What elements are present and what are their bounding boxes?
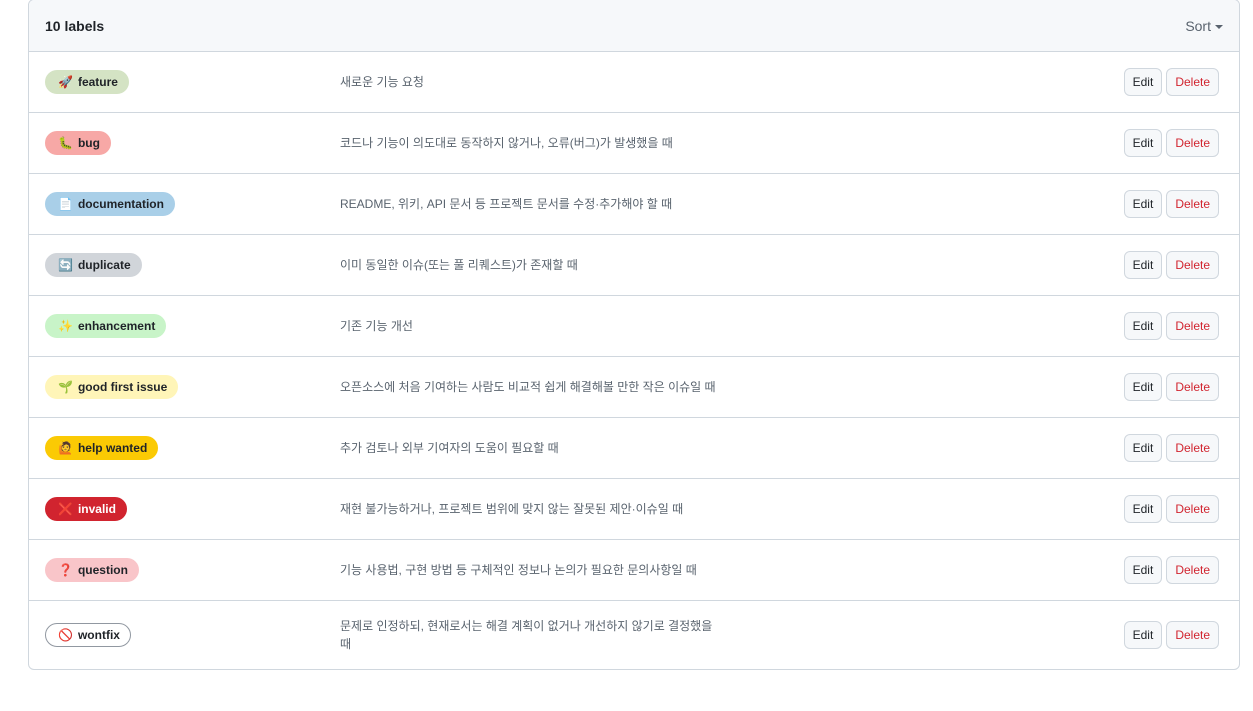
label-name: bug bbox=[77, 136, 100, 150]
label-cell: 🙋 help wanted bbox=[45, 436, 340, 460]
label-pill[interactable]: 🐛 bug bbox=[45, 131, 111, 155]
label-name: invalid bbox=[77, 502, 116, 516]
label-name: good first issue bbox=[77, 380, 168, 394]
label-cell: ❌ invalid bbox=[45, 497, 340, 521]
label-description: 기존 기능 개선 bbox=[340, 319, 413, 333]
label-row: 🚫 wontfix 문제로 인정하되, 현재로서는 해결 계획이 없거나 개선하지 … bbox=[29, 601, 1239, 669]
label-name: documentation bbox=[77, 197, 164, 211]
label-description: 코드나 기능이 의도대로 동작하지 않거나, 오류(버그)가 발생했을 때 bbox=[340, 136, 673, 150]
label-pill[interactable]: 🔄 duplicate bbox=[45, 253, 142, 277]
label-cell: ✨ enhancement bbox=[45, 314, 340, 338]
edit-button[interactable]: Edit bbox=[1123, 251, 1163, 279]
sort-label: Sort bbox=[1185, 17, 1211, 34]
labels-list: 🚀 feature 새로운 기능 요청 Edit Delete 🐛 bug 코드나 기능이 의… bbox=[29, 52, 1239, 669]
label-actions: Edit Delete bbox=[1123, 373, 1219, 401]
label-pill[interactable]: 🚀 feature bbox=[45, 70, 129, 94]
label-description: 새로운 기능 요청 bbox=[340, 75, 424, 89]
edit-button[interactable]: Edit bbox=[1123, 373, 1163, 401]
label-actions: Edit Delete bbox=[1123, 251, 1219, 279]
edit-button[interactable]: Edit bbox=[1123, 556, 1163, 584]
label-description: 오픈소스에 처음 기여하는 사람도 비교적 쉽게 해결해볼 만한 작은 이슈일 … bbox=[340, 380, 716, 394]
label-pill[interactable]: 🚫 wontfix bbox=[45, 623, 131, 647]
label-actions: Edit Delete bbox=[1123, 68, 1219, 96]
label-actions: Edit Delete bbox=[1123, 190, 1219, 218]
refresh-icon: 🔄 bbox=[58, 258, 73, 272]
label-pill[interactable]: 🙋 help wanted bbox=[45, 436, 159, 460]
label-row: ❌ invalid 재현 불가능하거나, 프로젝트 범위에 맞지 않는 잘못된 제안… bbox=[29, 479, 1239, 540]
label-description: 추가 검토나 외부 기여자의 도움이 필요할 때 bbox=[340, 441, 559, 455]
label-name: duplicate bbox=[77, 258, 131, 272]
label-description: README, 위키, API 문서 등 프로젝트 문서를 수정·추가해야 할 … bbox=[340, 197, 673, 211]
label-actions: Edit Delete bbox=[1123, 556, 1219, 584]
sort-dropdown[interactable]: Sort bbox=[1185, 18, 1223, 34]
label-pill[interactable]: ✨ enhancement bbox=[45, 314, 167, 338]
label-row: 🚀 feature 새로운 기능 요청 Edit Delete bbox=[29, 52, 1239, 113]
question-mark-icon: ❓ bbox=[58, 563, 73, 577]
caret-down-icon bbox=[1215, 24, 1223, 29]
label-actions: Edit Delete bbox=[1123, 129, 1219, 157]
raising-hand-icon: 🙋 bbox=[58, 441, 73, 455]
edit-button[interactable]: Edit bbox=[1123, 129, 1163, 157]
delete-button[interactable]: Delete bbox=[1166, 68, 1219, 96]
label-row: ✨ enhancement 기존 기능 개선 Edit Delete bbox=[29, 296, 1239, 357]
prohibited-icon: 🚫 bbox=[58, 628, 73, 642]
document-icon: 📄 bbox=[58, 197, 73, 211]
delete-button[interactable]: Delete bbox=[1166, 556, 1219, 584]
label-cell: 🔄 duplicate bbox=[45, 253, 340, 277]
label-pill[interactable]: 📄 documentation bbox=[45, 192, 175, 216]
label-cell: 🐛 bug bbox=[45, 131, 340, 155]
delete-button[interactable]: Delete bbox=[1166, 129, 1219, 157]
cross-mark-icon: ❌ bbox=[58, 502, 73, 516]
delete-button[interactable]: Delete bbox=[1166, 621, 1219, 649]
label-actions: Edit Delete bbox=[1123, 621, 1219, 649]
labels-count: 10 labels bbox=[45, 17, 105, 34]
label-name: question bbox=[77, 563, 128, 577]
label-row: 🙋 help wanted 추가 검토나 외부 기여자의 도움이 필요할 때 Edit… bbox=[29, 418, 1239, 479]
label-name: help wanted bbox=[77, 441, 148, 455]
edit-button[interactable]: Edit bbox=[1123, 312, 1163, 340]
delete-button[interactable]: Delete bbox=[1166, 190, 1219, 218]
labels-list-header: 10 labels Sort bbox=[29, 0, 1239, 52]
label-cell: ❓ question bbox=[45, 558, 340, 582]
edit-button[interactable]: Edit bbox=[1123, 434, 1163, 462]
delete-button[interactable]: Delete bbox=[1166, 251, 1219, 279]
rocket-icon: 🚀 bbox=[58, 75, 73, 89]
delete-button[interactable]: Delete bbox=[1166, 312, 1219, 340]
label-name: wontfix bbox=[77, 628, 120, 642]
bug-icon: 🐛 bbox=[58, 136, 73, 150]
label-row: 📄 documentation README, 위키, API 문서 등 프로젝트 … bbox=[29, 174, 1239, 235]
delete-button[interactable]: Delete bbox=[1166, 434, 1219, 462]
label-cell: 📄 documentation bbox=[45, 192, 340, 216]
delete-button[interactable]: Delete bbox=[1166, 495, 1219, 523]
sparkles-icon: ✨ bbox=[58, 319, 73, 333]
label-description: 재현 불가능하거나, 프로젝트 범위에 맞지 않는 잘못된 제안·이슈일 때 bbox=[340, 502, 684, 516]
label-row: 🌱 good first issue 오픈소스에 처음 기여하는 사람도 비교적 쉽… bbox=[29, 357, 1239, 418]
label-description: 기능 사용법, 구현 방법 등 구체적인 정보나 논의가 필요한 문의사항일 때 bbox=[340, 563, 697, 577]
edit-button[interactable]: Edit bbox=[1123, 495, 1163, 523]
label-row: 🔄 duplicate 이미 동일한 이슈(또는 풀 리퀘스트)가 존재할 때 Edi… bbox=[29, 235, 1239, 296]
label-description: 이미 동일한 이슈(또는 풀 리퀘스트)가 존재할 때 bbox=[340, 258, 578, 272]
label-pill[interactable]: 🌱 good first issue bbox=[45, 375, 179, 399]
label-cell: 🚫 wontfix bbox=[45, 623, 340, 647]
label-description: 문제로 인정하되, 현재로서는 해결 계획이 없거나 개선하지 않기로 결정했을… bbox=[340, 619, 713, 651]
label-pill[interactable]: ❓ question bbox=[45, 558, 139, 582]
seedling-icon: 🌱 bbox=[58, 380, 73, 394]
edit-button[interactable]: Edit bbox=[1123, 190, 1163, 218]
edit-button[interactable]: Edit bbox=[1123, 621, 1163, 649]
labels-list-box: 10 labels Sort 🚀 feature 새로운 기능 요청 Edit Dele… bbox=[28, 0, 1240, 670]
edit-button[interactable]: Edit bbox=[1123, 68, 1163, 96]
label-name: feature bbox=[77, 75, 118, 89]
label-actions: Edit Delete bbox=[1123, 312, 1219, 340]
label-name: enhancement bbox=[77, 319, 156, 333]
delete-button[interactable]: Delete bbox=[1166, 373, 1219, 401]
label-actions: Edit Delete bbox=[1123, 495, 1219, 523]
label-actions: Edit Delete bbox=[1123, 434, 1219, 462]
label-row: ❓ question 기능 사용법, 구현 방법 등 구체적인 정보나 논의가 필요… bbox=[29, 540, 1239, 601]
label-pill[interactable]: ❌ invalid bbox=[45, 497, 127, 521]
label-cell: 🚀 feature bbox=[45, 70, 340, 94]
label-row: 🐛 bug 코드나 기능이 의도대로 동작하지 않거나, 오류(버그)가 발생했을 … bbox=[29, 113, 1239, 174]
label-cell: 🌱 good first issue bbox=[45, 375, 340, 399]
